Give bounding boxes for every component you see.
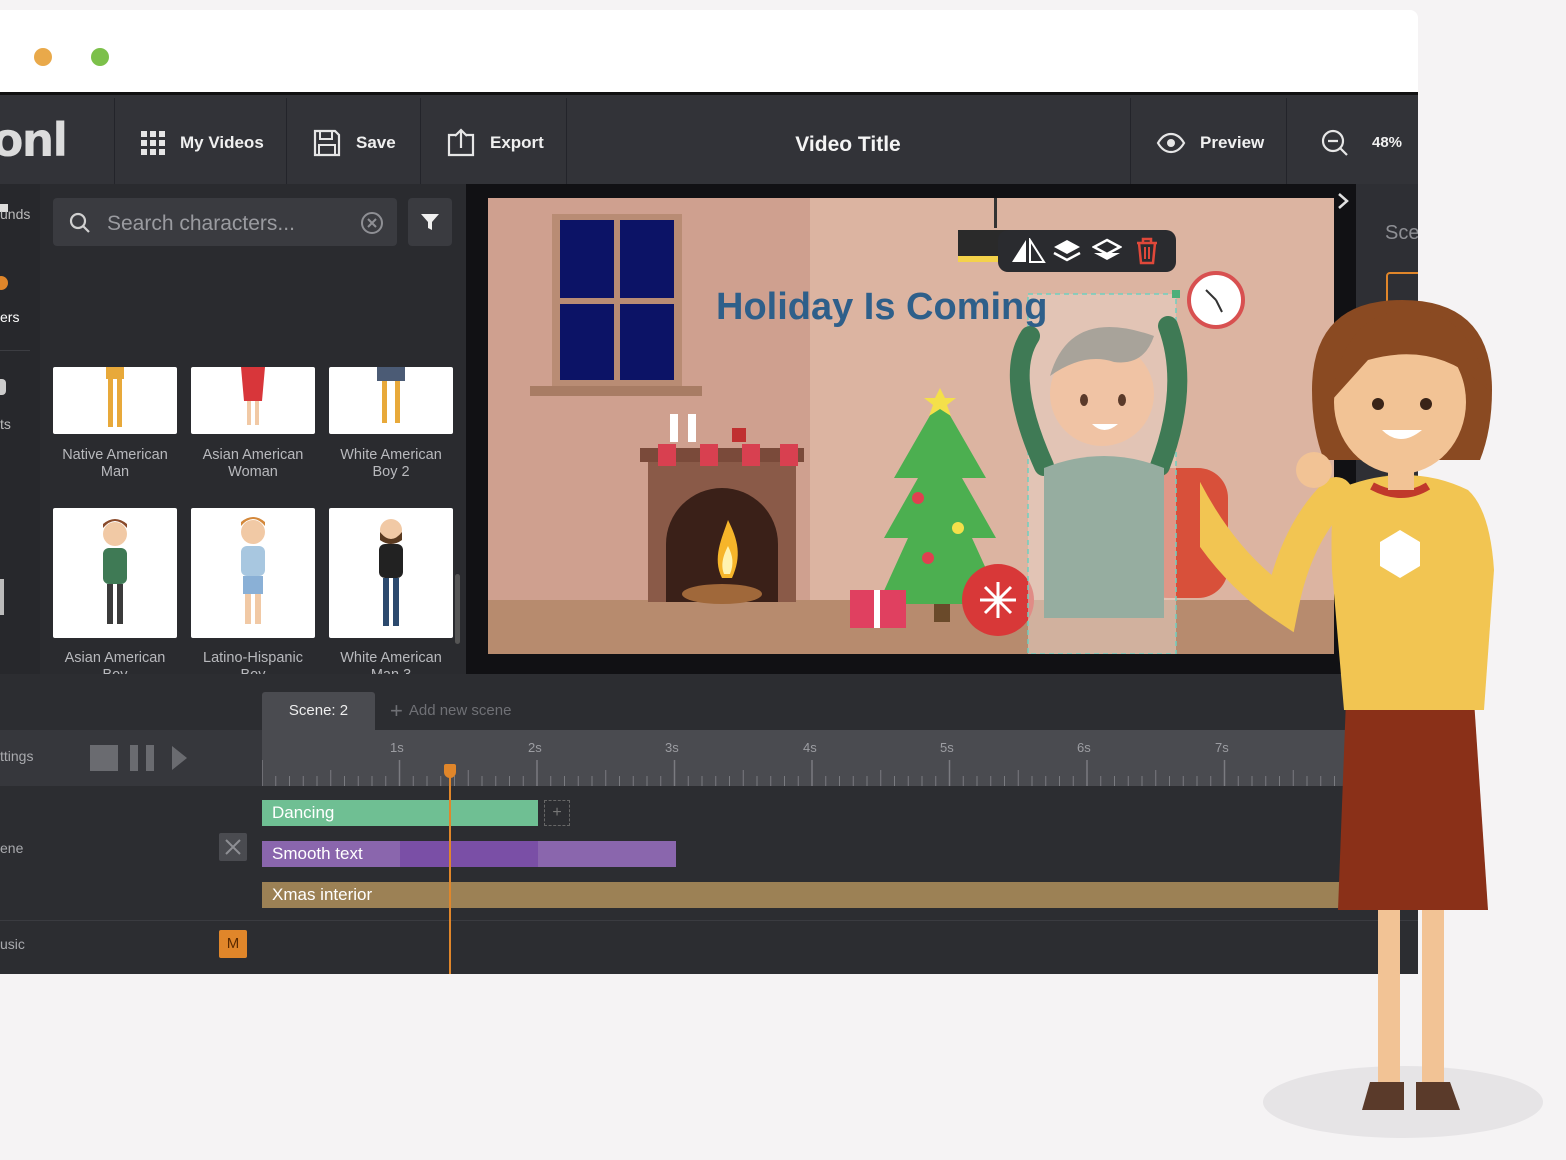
video-title[interactable]: Video Title: [720, 133, 976, 157]
toolbar-divider: [566, 98, 567, 187]
rail-item-characters[interactable]: ers: [0, 309, 19, 325]
zoom-level: 48%: [1372, 134, 1403, 151]
play-icon[interactable]: [170, 745, 188, 771]
my-videos-label: My Videos: [180, 132, 264, 152]
pause-icon[interactable]: [130, 745, 138, 771]
left-category-rail: unds ers ts: [0, 184, 40, 674]
smooth-text-track-bar: Smooth text: [272, 844, 363, 863]
character-thumbnail: [377, 367, 405, 423]
floppy-disk-icon: [313, 129, 341, 156]
save-label: Save: [356, 132, 396, 152]
music-track-label: usic: [0, 936, 25, 952]
character-name: White American Boy 2: [340, 447, 442, 480]
pause-icon-bar: [146, 745, 154, 771]
trash-icon[interactable]: [1134, 237, 1160, 265]
scene-panel-label: Sce: [1385, 222, 1418, 244]
eye-icon: [1156, 132, 1186, 153]
flip-icon[interactable]: [1010, 238, 1046, 264]
settings-label[interactable]: ttings: [0, 748, 33, 764]
save-button[interactable]: Save: [312, 98, 396, 187]
search-icon: [69, 212, 90, 233]
tick-label: 5s: [940, 740, 954, 755]
character-name: Asian American Woman: [202, 447, 304, 480]
filter-icon: [421, 214, 439, 230]
send-backward-icon[interactable]: [1092, 238, 1122, 264]
props-icon: [0, 379, 6, 395]
character-card-native-american-man[interactable]: [53, 367, 177, 434]
add-keyframe-icon[interactable]: +: [544, 800, 570, 826]
toolbar-divider: [1130, 98, 1131, 187]
add-scene-button[interactable]: + Add new scene: [390, 692, 511, 730]
track-labels: ene usic M: [0, 786, 262, 974]
tick-label: 4s: [803, 740, 817, 755]
text-icon[interactable]: [0, 579, 4, 615]
character-thumbnail: [241, 517, 265, 624]
character-card-white-american-man-3[interactable]: [329, 508, 453, 638]
tick-label: 1s: [390, 740, 404, 755]
top-toolbar: onl My Videos Save Export Video Title Pr…: [0, 92, 1418, 187]
rail-item-backgrounds[interactable]: unds: [0, 206, 30, 222]
playback-controls: ttings: [0, 730, 262, 786]
characters-icon: [0, 276, 8, 290]
dancing-track-bar[interactable]: Dancing: [262, 800, 538, 826]
panel-scrollbar[interactable]: [455, 574, 460, 644]
search-input[interactable]: Search characters...: [107, 212, 295, 236]
scene-track-label: ene: [0, 840, 24, 856]
clear-search-icon[interactable]: [360, 211, 384, 235]
export-label: Export: [490, 132, 544, 152]
playhead-handle[interactable]: [444, 764, 456, 778]
track-divider: [0, 920, 262, 921]
app-logo: onl: [0, 113, 68, 167]
window-dot-orange[interactable]: [34, 48, 52, 66]
toolbar-divider: [420, 98, 421, 187]
expand-panel-icon[interactable]: [1332, 190, 1354, 212]
filter-button[interactable]: [408, 198, 452, 246]
search-box[interactable]: Search characters...: [53, 198, 397, 246]
my-videos-button[interactable]: My Videos: [140, 98, 264, 187]
plus-icon: +: [390, 698, 403, 723]
export-button[interactable]: Export: [446, 98, 544, 187]
character-thumbnail: [379, 519, 403, 626]
collapse-icon[interactable]: [219, 833, 247, 861]
object-toolbar: [998, 230, 1176, 272]
character-thumbnail: [103, 519, 127, 624]
zoom-control[interactable]: 48%: [1320, 98, 1402, 187]
character-thumbnail: [241, 367, 265, 425]
character-name: Native American Man: [62, 447, 168, 480]
bring-forward-icon[interactable]: [1052, 238, 1082, 264]
stage-title-text[interactable]: Holiday Is Coming: [716, 286, 1047, 329]
smooth-text-active-segment: [400, 841, 538, 867]
toolbar-divider: [286, 98, 287, 187]
presenter-woman-illustration: [1200, 300, 1543, 1138]
character-card-latino-hispanic-boy[interactable]: [191, 508, 315, 638]
add-scene-label: Add new scene: [408, 702, 512, 719]
tick-label: 2s: [528, 740, 542, 755]
character-card-white-american-boy-2[interactable]: [329, 367, 453, 434]
smooth-text-track[interactable]: Smooth text: [262, 841, 676, 867]
zoom-out-icon[interactable]: [1320, 128, 1350, 158]
stop-icon[interactable]: [90, 745, 118, 771]
character-card-asian-american-boy[interactable]: [53, 508, 177, 638]
toolbar-divider: [1286, 98, 1287, 187]
window-titlebar: [0, 10, 1418, 92]
rail-item-props[interactable]: ts: [0, 416, 11, 432]
export-icon: [447, 127, 475, 156]
playhead[interactable]: [449, 768, 451, 974]
rail-divider: [0, 350, 30, 351]
scene-tab[interactable]: Scene: 2: [262, 692, 375, 730]
tick-label: 3s: [665, 740, 679, 755]
character-thumbnail: [106, 367, 124, 427]
toolbar-divider: [114, 98, 115, 187]
characters-panel: Search characters... Native American Man…: [40, 184, 466, 754]
window-dot-green[interactable]: [91, 48, 109, 66]
grid-icon: [141, 130, 165, 155]
character-card-asian-american-woman[interactable]: [191, 367, 315, 434]
tick-label: 6s: [1077, 740, 1091, 755]
preview-button[interactable]: Preview: [1156, 98, 1264, 187]
preview-label: Preview: [1200, 132, 1265, 152]
music-badge[interactable]: M: [219, 930, 247, 958]
